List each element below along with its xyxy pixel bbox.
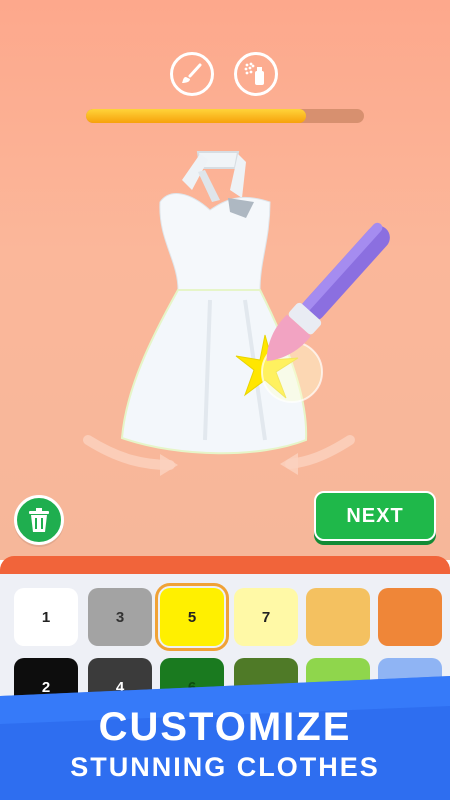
paintbrush-tool-button[interactable] <box>170 52 214 96</box>
paintbrush-cursor-icon <box>266 222 390 361</box>
dress-model[interactable] <box>60 140 420 480</box>
rotate-right-arrow-icon <box>285 435 355 469</box>
color-swatch[interactable] <box>306 588 370 646</box>
color-swatch[interactable]: 7 <box>234 588 298 646</box>
game-scene: NEXT <box>0 0 450 560</box>
banner-subheadline: STUNNING CLOTHES <box>70 752 380 782</box>
color-swatch[interactable]: 3 <box>88 588 152 646</box>
color-swatch[interactable]: 1 <box>14 588 78 646</box>
trash-icon <box>29 508 49 532</box>
spray-tool-button[interactable] <box>234 52 278 96</box>
paintbrush-icon <box>182 63 202 83</box>
color-swatch[interactable]: 5 <box>155 583 229 651</box>
spray-can-icon <box>244 62 264 85</box>
banner-headline: CUSTOMIZE <box>98 705 352 749</box>
paint-progress-bar <box>86 109 364 123</box>
trash-button[interactable] <box>14 495 64 545</box>
paint-progress-fill <box>86 109 306 123</box>
color-swatch[interactable] <box>378 588 442 646</box>
palette-header <box>0 556 450 576</box>
next-button[interactable]: NEXT <box>314 491 436 541</box>
